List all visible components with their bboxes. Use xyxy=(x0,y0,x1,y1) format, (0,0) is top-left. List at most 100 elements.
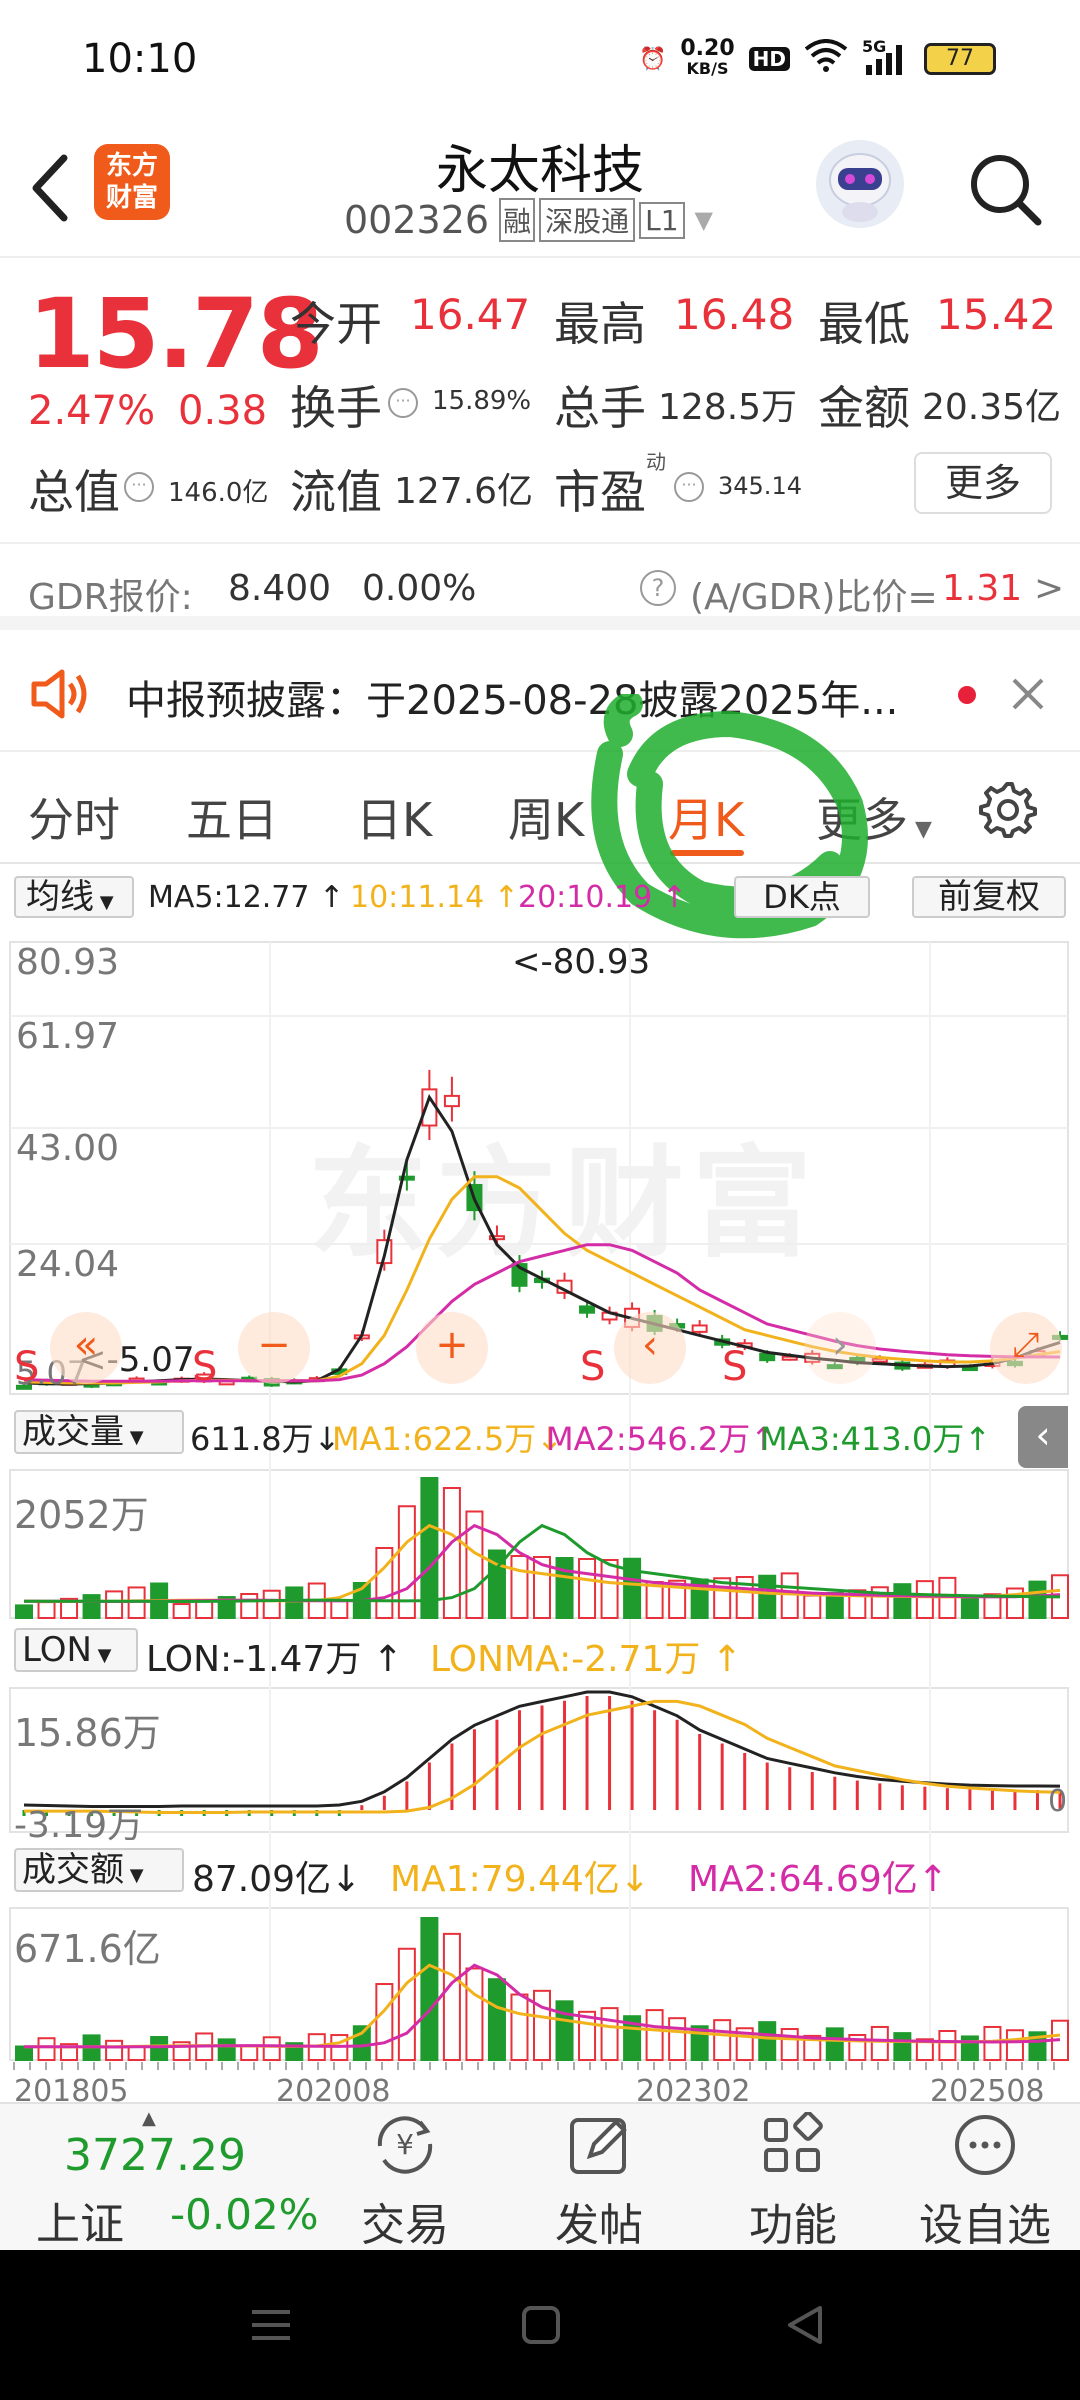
volume-ma1: MA1:622.5万↓ xyxy=(332,1420,564,1458)
sell-signal: S xyxy=(722,1344,748,1390)
index-widget[interactable]: ▲ 3727.29 上证 -0.02% xyxy=(20,2108,320,2250)
price-axis-max: 80.93 xyxy=(16,942,120,983)
sell-signal: S xyxy=(14,1344,40,1390)
svg-text:¥: ¥ xyxy=(396,2128,414,2161)
scroll-right-button[interactable]: › xyxy=(804,1312,876,1384)
amount-axis-max: 671.6亿 xyxy=(14,1927,161,1971)
volume-label: 总手 xyxy=(554,381,646,435)
zoom-in-button[interactable]: + xyxy=(416,1312,488,1384)
change-percent: 2.47% xyxy=(28,388,156,434)
tag-margin: 融 xyxy=(499,198,536,242)
gdr-pct: 0.00% xyxy=(362,568,477,609)
low-label: 最低 xyxy=(818,297,910,351)
amount-bar xyxy=(668,2017,687,2061)
zoom-out-button[interactable]: − xyxy=(238,1312,310,1384)
gdr-ratio: 1.31 xyxy=(942,568,1023,609)
tab-intraday[interactable]: 分时 xyxy=(28,784,120,850)
index-up-arrow-icon: ▲ xyxy=(142,2108,156,2129)
volume-bar xyxy=(780,1572,799,1619)
volume-bar xyxy=(262,1589,281,1619)
index-change: -0.02% xyxy=(170,2190,319,2239)
pe-info-icon[interactable]: ··· xyxy=(674,472,704,502)
low-value: 15.42 xyxy=(936,290,1057,339)
amount-ma1: MA1:79.44亿↓ xyxy=(390,1859,650,1900)
close-notice-button[interactable] xyxy=(1010,676,1046,716)
menu-nav-button[interactable] xyxy=(246,2300,296,2354)
amount-bar xyxy=(758,2021,777,2062)
net-speed: 0.20 KB/S xyxy=(680,36,735,79)
amount-bar xyxy=(105,2039,124,2061)
back-nav-button[interactable] xyxy=(780,2300,830,2354)
add-watchlist-button[interactable]: 设自选 xyxy=(910,2112,1060,2253)
fullscreen-button[interactable]: ⤢ xyxy=(990,1312,1062,1384)
candle-body xyxy=(691,1324,708,1333)
gear-icon xyxy=(979,782,1037,838)
amount-bar xyxy=(893,2032,912,2062)
search-button[interactable] xyxy=(962,146,1046,230)
amount-label: 金额 xyxy=(818,381,910,435)
kline-chart-area[interactable]: 均线 ▼ MA5:12.77 ↑ 10:11.14 ↑ 20:10.19 ↑ D… xyxy=(0,866,1080,2109)
bottom-toolbar: ▲ 3727.29 上证 -0.02% ¥ 交易 发帖 功能 设自选 xyxy=(0,2102,1080,2253)
period-tabs: 分时 五日 日K 周K 月K 更多 ▼ xyxy=(0,694,1080,939)
gdr-row[interactable]: GDR报价: 8.400 0.00% ? (A/GDR)比价= 1.31 > xyxy=(0,542,1080,630)
volume-readout: 611.8万↓ xyxy=(190,1420,341,1458)
tab-5day[interactable]: 五日 xyxy=(186,784,278,850)
home-nav-button[interactable] xyxy=(516,2300,566,2354)
candle-body xyxy=(579,1305,596,1314)
tab-daily[interactable]: 日K xyxy=(356,784,432,850)
trade-button[interactable]: ¥ 交易 xyxy=(350,2112,460,2253)
collapse-panel-button[interactable]: ‹ xyxy=(1018,1406,1068,1468)
turnover-label: 换手 xyxy=(290,381,382,435)
post-label: 发帖 xyxy=(555,2200,643,2251)
grid-icon xyxy=(764,2111,823,2172)
amount-bar xyxy=(533,1989,551,2061)
amount-bar xyxy=(397,1947,416,2061)
alarm-icon: ⏰ xyxy=(638,46,667,72)
hd-icon: HD xyxy=(748,47,790,71)
pe-label: 市盈 xyxy=(554,465,646,519)
amount-bar xyxy=(240,2044,259,2061)
amount-bar xyxy=(713,2019,732,2062)
search-icon xyxy=(971,155,1042,226)
scroll-left-button[interactable]: ‹ xyxy=(614,1312,686,1384)
functions-button[interactable]: 功能 xyxy=(738,2111,848,2253)
volume-bar xyxy=(195,1599,214,1620)
dropdown-icon: ▼ xyxy=(124,1865,144,1886)
battery-icon: 77 xyxy=(924,43,996,75)
amount-indicator-select[interactable]: 成交额 ▼ xyxy=(14,1848,184,1892)
amount-bar xyxy=(938,2030,957,2062)
volume-bar xyxy=(15,1604,33,1620)
status-time: 10:10 xyxy=(82,36,198,82)
robot-icon xyxy=(829,153,891,222)
amount-bar xyxy=(262,2036,281,2062)
info-circle-icon[interactable]: ··· xyxy=(124,472,154,502)
notice-banner[interactable]: 中报预披露：于2025-08-28披露2025年... xyxy=(0,636,1080,752)
dropdown-icon: ▼ xyxy=(908,817,932,842)
amount-bar xyxy=(15,2045,33,2062)
kline-svg xyxy=(9,941,1069,2070)
pe-superscript: 动 xyxy=(646,450,666,474)
mktcap-label: 总值 xyxy=(28,465,120,519)
tab-weekly[interactable]: 周K xyxy=(508,784,584,850)
volume-bar xyxy=(172,1603,191,1619)
lon-axis-min: -3.19万 xyxy=(14,1805,144,1846)
status-icons: ⏰ 0.20 KB/S HD 5G 77 xyxy=(639,34,996,84)
turnover-info-icon[interactable]: ··· xyxy=(388,388,418,418)
settings-button[interactable] xyxy=(978,780,1038,844)
post-button[interactable]: 发帖 xyxy=(544,2112,654,2253)
status-bar: 10:10 ⏰ 0.20 KB/S HD 5G 77 xyxy=(0,0,1080,120)
volume-bar xyxy=(105,1590,124,1620)
volume-ma3: MA3:413.0万↑ xyxy=(760,1420,992,1458)
amount-readout: 87.09亿↓ xyxy=(192,1859,362,1900)
stock-code-row[interactable]: 002326 融 深股通 L1 ▼ xyxy=(344,198,713,242)
speaker-icon xyxy=(28,666,92,726)
lon-axis-max: 15.86万 xyxy=(14,1711,161,1755)
change-amount: 0.38 xyxy=(178,388,268,434)
help-icon[interactable]: ? xyxy=(640,570,676,606)
scroll-fast-left-button[interactable]: « xyxy=(50,1312,122,1384)
robot-assistant-avatar[interactable] xyxy=(816,140,904,228)
more-button[interactable]: 更多 xyxy=(914,452,1052,514)
lon-indicator-select[interactable]: LON ▼ xyxy=(14,1628,138,1672)
volume-indicator-select[interactable]: 成交量 ▼ xyxy=(14,1410,184,1454)
open-label: 今开 xyxy=(290,297,382,351)
